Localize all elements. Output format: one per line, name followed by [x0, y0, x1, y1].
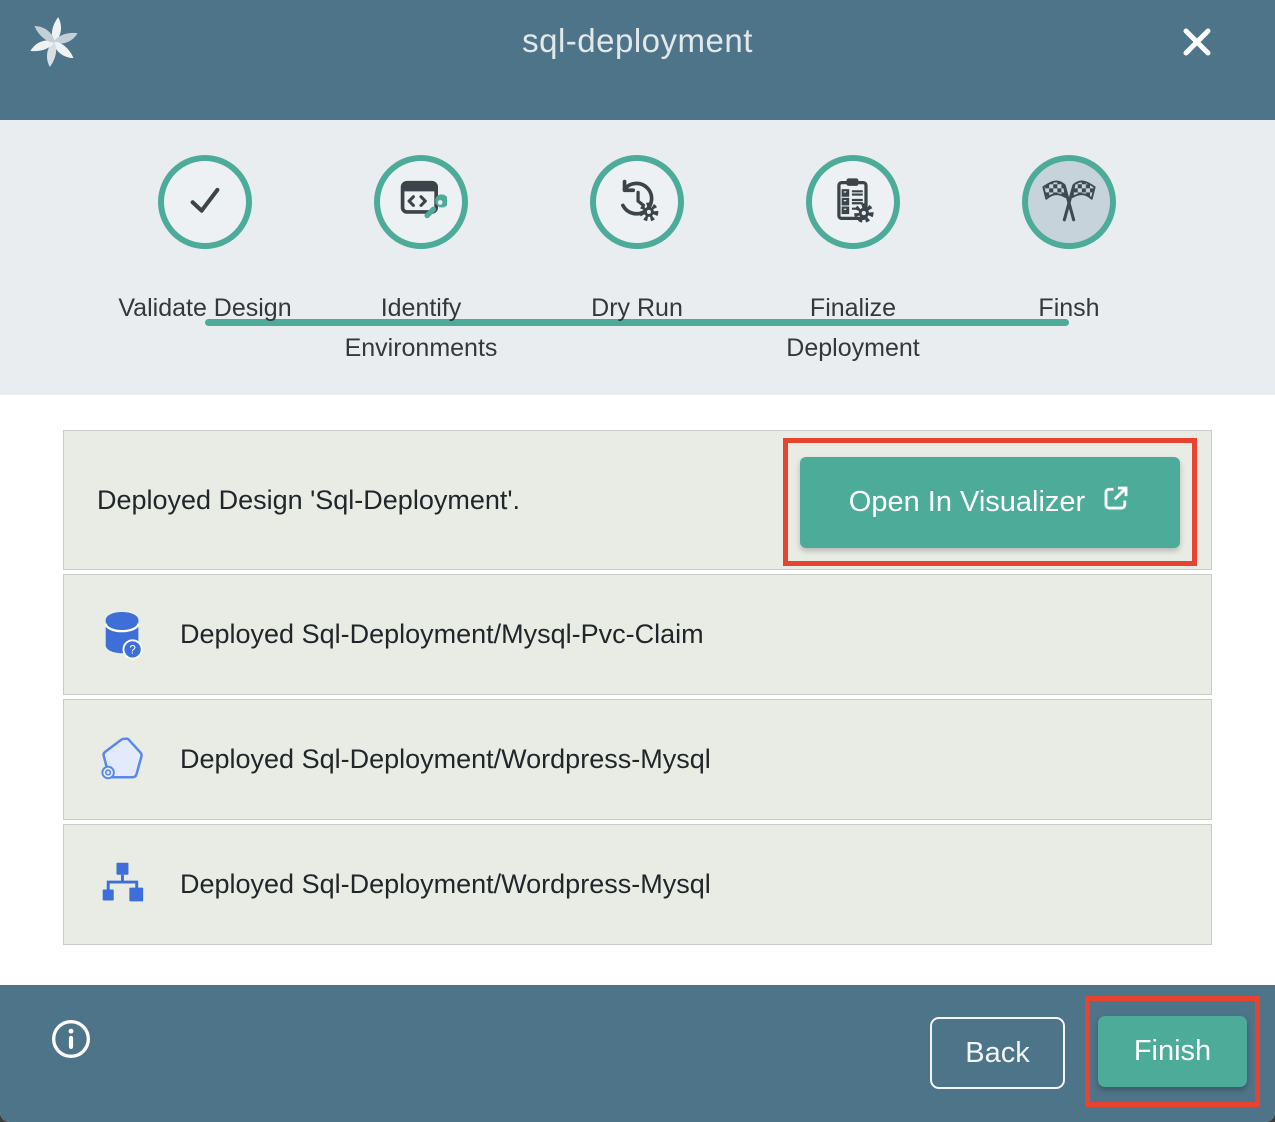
step-label: Dry Run [529, 288, 745, 328]
checkered-flags-icon [1041, 172, 1097, 233]
step-circle [590, 155, 684, 249]
finish-button[interactable]: Finish [1098, 1016, 1247, 1087]
step-circle [158, 155, 252, 249]
deployed-item-text: Deployed Sql-Deployment/Mysql-Pvc-Claim [180, 619, 704, 650]
step-circle [806, 155, 900, 249]
check-icon [178, 173, 232, 232]
step-label: Validate Design [97, 288, 313, 328]
deployed-design-row: Deployed Design 'Sql-Deployment'. Open I… [63, 430, 1212, 570]
step-finalize-deployment[interactable]: Finalize Deployment [745, 120, 961, 368]
step-dry-run[interactable]: Dry Run [529, 120, 745, 368]
svg-text:?: ? [129, 644, 135, 656]
results-panel: Deployed Design 'Sql-Deployment'. Open I… [0, 395, 1275, 985]
step-identify-environments[interactable]: Identify Environments [313, 120, 529, 368]
deployed-design-text: Deployed Design 'Sql-Deployment'. [97, 485, 520, 516]
deployed-item-row: Deployed Sql-Deployment/Wordpress-Mysql [63, 699, 1212, 820]
result-list: Deployed Design 'Sql-Deployment'. Open I… [63, 430, 1212, 945]
deployment-stepper: Validate Design [0, 120, 1275, 395]
sitemap-icon [99, 858, 147, 912]
database-icon: ? [99, 608, 147, 662]
deployed-item-row: Deployed Sql-Deployment/Wordpress-Mysql [63, 824, 1212, 945]
dialog-header: sql-deployment [0, 0, 1275, 120]
external-link-icon [1101, 483, 1131, 521]
step-finish[interactable]: Finsh [961, 120, 1177, 368]
code-config-icon [395, 174, 447, 231]
step-label: Finalize Deployment [745, 288, 961, 368]
pentagon-icon [99, 733, 147, 787]
deployment-dialog: sql-deployment Validate Design [0, 0, 1275, 1122]
close-icon[interactable] [1173, 18, 1221, 66]
open-in-visualizer-button[interactable]: Open In Visualizer [800, 457, 1180, 548]
deployed-item-row: ? Deployed Sql-Deployment/Mysql-Pvc-Clai… [63, 574, 1212, 695]
deployed-item-text: Deployed Sql-Deployment/Wordpress-Mysql [180, 744, 711, 775]
step-label: Finsh [961, 288, 1177, 328]
history-gear-icon [611, 174, 663, 231]
step-label: Identify Environments [313, 288, 529, 368]
dialog-footer: Back Finish [0, 985, 1275, 1122]
step-validate-design[interactable]: Validate Design [97, 120, 313, 368]
step-circle [1022, 155, 1116, 249]
step-circle [374, 155, 468, 249]
dialog-title: sql-deployment [0, 22, 1275, 60]
info-icon[interactable] [50, 1018, 92, 1060]
annotation-highlight-finish: Finish [1085, 996, 1260, 1107]
clipboard-gear-icon [827, 174, 879, 231]
annotation-highlight-visualizer: Open In Visualizer [783, 438, 1197, 566]
open-in-visualizer-label: Open In Visualizer [849, 486, 1085, 519]
deployed-item-text: Deployed Sql-Deployment/Wordpress-Mysql [180, 869, 711, 900]
back-button[interactable]: Back [930, 1017, 1065, 1089]
